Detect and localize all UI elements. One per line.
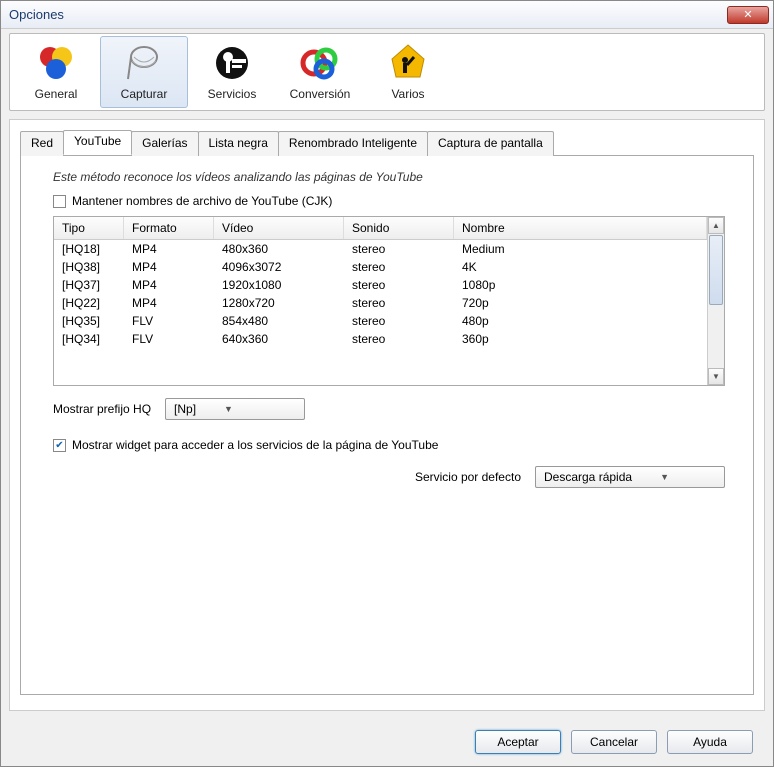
- tab-youtube[interactable]: YouTube: [63, 130, 132, 155]
- table-row[interactable]: [HQ38]MP44096x3072stereo4K: [54, 258, 707, 276]
- toolbar-label: General: [35, 87, 78, 101]
- col-sonido[interactable]: Sonido: [344, 217, 454, 239]
- table-row[interactable]: [HQ37]MP41920x1080stereo1080p: [54, 276, 707, 294]
- prefix-label: Mostrar prefijo HQ: [53, 402, 151, 416]
- prefix-combo[interactable]: [Np] ▼: [165, 398, 305, 420]
- service-label: Servicio por defecto: [415, 470, 521, 484]
- prefix-value: [Np]: [174, 402, 196, 416]
- col-formato[interactable]: Formato: [124, 217, 214, 239]
- options-dialog: Opciones ✕ General Capturar Servicios: [0, 0, 774, 767]
- tab-strip: Red YouTube Galerías Lista negra Renombr…: [20, 130, 754, 155]
- toolbar-label: Capturar: [121, 87, 168, 101]
- content-panel: Red YouTube Galerías Lista negra Renombr…: [9, 119, 765, 711]
- scroll-track[interactable]: [708, 306, 724, 368]
- table-scrollbar[interactable]: ▲ ▼: [707, 217, 724, 385]
- toolbar-label: Varios: [391, 87, 424, 101]
- keep-names-label: Mantener nombres de archivo de YouTube (…: [72, 194, 332, 208]
- toolbar-label: Conversión: [290, 87, 351, 101]
- tab-lista-negra[interactable]: Lista negra: [198, 131, 279, 156]
- widget-label: Mostrar widget para acceder a los servic…: [72, 438, 438, 452]
- table-row[interactable]: [HQ22]MP41280x720stereo720p: [54, 294, 707, 312]
- ok-button[interactable]: Aceptar: [475, 730, 561, 754]
- tab-content-youtube: Este método reconoce los vídeos analizan…: [20, 155, 754, 695]
- toolbar-conversion[interactable]: Conversión: [276, 36, 364, 108]
- tab-renombrado[interactable]: Renombrado Inteligente: [278, 131, 428, 156]
- servicios-icon: [212, 43, 252, 83]
- table-header: Tipo Formato Vídeo Sonido Nombre: [54, 217, 707, 240]
- tab-captura[interactable]: Captura de pantalla: [427, 131, 554, 156]
- table-row[interactable]: [HQ35]FLV854x480stereo480p: [54, 312, 707, 330]
- scroll-up-icon[interactable]: ▲: [708, 217, 724, 234]
- service-value: Descarga rápida: [544, 470, 632, 484]
- table-row[interactable]: [HQ34]FLV640x360stereo360p: [54, 330, 707, 348]
- titlebar: Opciones ✕: [1, 1, 773, 29]
- general-icon: [36, 43, 76, 83]
- chevron-down-icon: ▼: [220, 404, 237, 414]
- youtube-description: Este método reconoce los vídeos analizan…: [53, 170, 735, 184]
- col-nombre[interactable]: Nombre: [454, 217, 707, 239]
- help-button[interactable]: Ayuda: [667, 730, 753, 754]
- conversion-icon: [300, 43, 340, 83]
- dialog-buttons: Aceptar Cancelar Ayuda: [475, 730, 753, 754]
- chevron-down-icon: ▼: [656, 472, 673, 482]
- close-icon: ✕: [743, 8, 752, 21]
- varios-icon: [388, 43, 428, 83]
- close-button[interactable]: ✕: [727, 6, 769, 24]
- category-toolbar: General Capturar Servicios Conversión Va…: [9, 33, 765, 111]
- formats-table: Tipo Formato Vídeo Sonido Nombre [HQ18]M…: [53, 216, 725, 386]
- toolbar-general[interactable]: General: [12, 36, 100, 108]
- tab-red[interactable]: Red: [20, 131, 64, 156]
- scroll-down-icon[interactable]: ▼: [708, 368, 724, 385]
- toolbar-capturar[interactable]: Capturar: [100, 36, 188, 108]
- service-combo[interactable]: Descarga rápida ▼: [535, 466, 725, 488]
- keep-names-checkbox[interactable]: [53, 195, 66, 208]
- col-video[interactable]: Vídeo: [214, 217, 344, 239]
- cancel-button[interactable]: Cancelar: [571, 730, 657, 754]
- toolbar-servicios[interactable]: Servicios: [188, 36, 276, 108]
- widget-checkbox[interactable]: ✔: [53, 439, 66, 452]
- capturar-icon: [124, 43, 164, 83]
- window-title: Opciones: [9, 7, 64, 22]
- toolbar-label: Servicios: [208, 87, 257, 101]
- scroll-thumb[interactable]: [709, 235, 723, 305]
- tab-galerias[interactable]: Galerías: [131, 131, 198, 156]
- col-tipo[interactable]: Tipo: [54, 217, 124, 239]
- toolbar-varios[interactable]: Varios: [364, 36, 452, 108]
- table-row[interactable]: [HQ18]MP4480x360stereoMedium: [54, 240, 707, 258]
